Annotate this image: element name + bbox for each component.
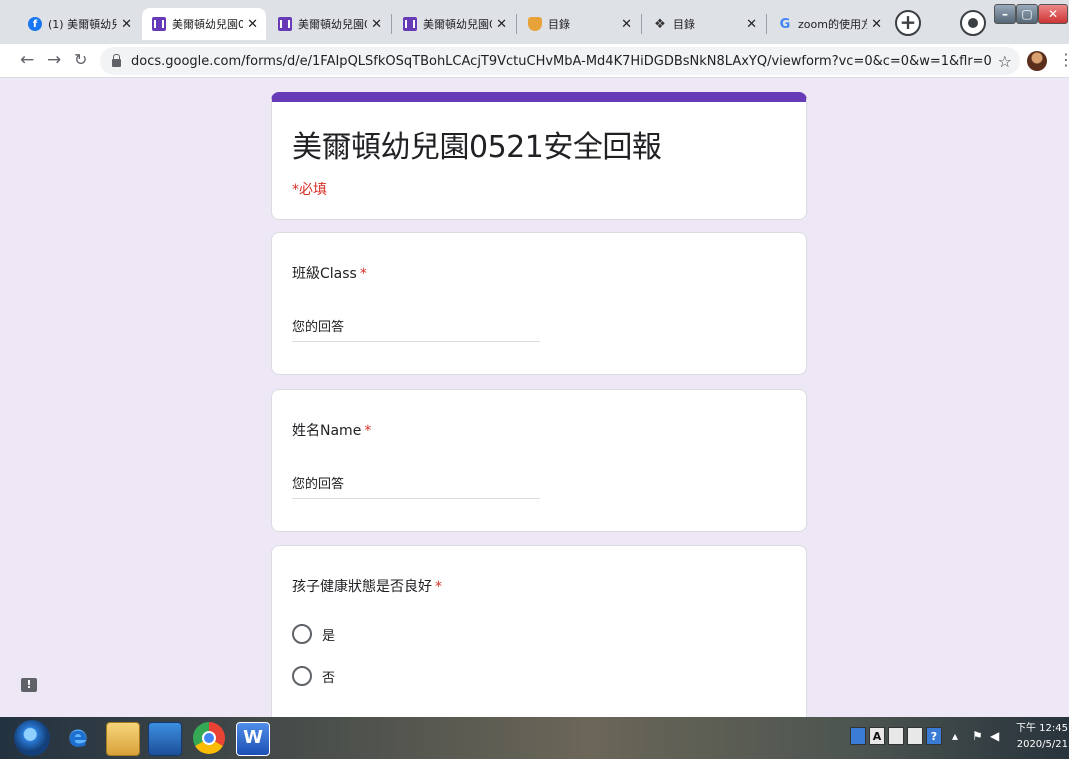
question-card-class: 班級Class *	[271, 232, 807, 375]
file-explorer-icon[interactable]	[106, 722, 140, 756]
tab-title: 目錄	[548, 18, 570, 31]
tab-title: 美爾頓幼兒園05	[298, 18, 367, 31]
window-close-button[interactable]: ✕	[1038, 4, 1068, 24]
bottom-margin	[0, 759, 1069, 777]
close-icon[interactable]: ✕	[871, 17, 882, 32]
tab-form-active[interactable]: 美爾頓幼兒園05 ✕	[142, 8, 266, 40]
radio-button[interactable]	[292, 666, 312, 686]
taskbar-clock[interactable]: 下午 12:45 2020/5/21	[1016, 721, 1068, 753]
forward-arrow-icon[interactable]: →	[47, 50, 61, 70]
radio-label: 是	[322, 628, 336, 644]
chrome-icon[interactable]	[193, 722, 225, 754]
question-label: 姓名Name *	[292, 420, 371, 440]
tab-facebook[interactable]: f (1) 美爾頓幼兒園 ✕	[18, 8, 140, 40]
tab-zoom-search[interactable]: G zoom的使用方 ✕	[768, 8, 890, 40]
tab-contents-1[interactable]: 目錄 ✕	[518, 8, 640, 40]
name-answer-input[interactable]	[292, 470, 540, 499]
tab-form-3[interactable]: 美爾頓幼兒園05 ✕	[393, 8, 515, 40]
window-minimize-button[interactable]: –	[994, 4, 1016, 24]
close-icon[interactable]: ✕	[496, 17, 507, 32]
tab-title: 美爾頓幼兒園05	[172, 18, 244, 31]
form-page: 美爾頓幼兒園0521安全回報 *必填 班級Class* 姓名Name* 孩子健康…	[0, 78, 1069, 717]
tab-separator	[766, 14, 767, 34]
help-icon[interactable]: ?	[926, 727, 942, 745]
internet-explorer-icon[interactable]: e	[62, 722, 94, 754]
clock-date: 2020/5/21	[1016, 739, 1068, 750]
close-icon[interactable]: ✕	[247, 17, 258, 32]
question-text: 姓名Name	[292, 423, 362, 439]
required-asterisk: *	[435, 579, 442, 595]
browser-toolbar: ← → ↻ docs.google.com/forms/d/e/1FAIpQLS…	[0, 44, 1069, 78]
windows-taskbar: e W A ? ▴ ⚑ ◀ 下午 12:45 2020/5/21	[0, 717, 1069, 759]
google-forms-icon	[152, 17, 166, 31]
tab-title: zoom的使用方	[798, 18, 868, 31]
google-icon: G	[779, 16, 791, 32]
question-card-name: 姓名Name *	[271, 389, 807, 532]
tab-separator	[516, 14, 517, 34]
question-card-health: 孩子健康狀態是否良好 * 是 否	[271, 545, 807, 717]
url-text[interactable]: docs.google.com/forms/d/e/1FAIpQLSfkOSqT…	[131, 54, 992, 69]
action-center-flag-icon[interactable]: ⚑	[972, 729, 983, 743]
windows-start-icon[interactable]	[14, 720, 50, 756]
radio-option-yes[interactable]: 是	[292, 624, 335, 644]
bookmark-star-icon[interactable]: ☆	[998, 52, 1012, 71]
clock-time: 下午 12:45	[1016, 723, 1068, 734]
question-text: 班級Class	[292, 266, 357, 282]
reload-icon[interactable]: ↻	[74, 50, 87, 69]
class-answer-input[interactable]	[292, 313, 540, 342]
more-menu-icon[interactable]: ⋮	[1058, 50, 1069, 69]
browser-profile-icon[interactable]	[960, 10, 986, 36]
close-icon[interactable]: ✕	[746, 17, 757, 32]
radio-option-no[interactable]: 否	[292, 666, 335, 686]
tab-title: 目錄	[673, 18, 695, 31]
media-player-icon[interactable]	[148, 722, 182, 756]
tab-separator	[641, 14, 642, 34]
report-feedback-icon[interactable]: !	[21, 678, 37, 692]
ime-tools-icon[interactable]	[907, 727, 923, 745]
show-hidden-icons-icon[interactable]: ▴	[952, 729, 958, 743]
required-asterisk: *	[359, 266, 367, 282]
required-asterisk: *	[364, 423, 372, 439]
tab-title: 美爾頓幼兒園05	[423, 18, 492, 31]
question-label: 孩子健康狀態是否良好 *	[292, 576, 442, 596]
address-bar[interactable]: docs.google.com/forms/d/e/1FAIpQLSfkOSqT…	[100, 47, 1020, 75]
tab-contents-2[interactable]: ❖ 目錄 ✕	[643, 8, 765, 40]
form-header-card: 美爾頓幼兒園0521安全回報 *必填	[271, 92, 807, 220]
google-forms-icon	[278, 17, 292, 31]
close-icon[interactable]: ✕	[371, 17, 382, 32]
word-icon[interactable]: W	[236, 722, 270, 756]
input-mode-icon[interactable]: A	[869, 727, 885, 745]
new-tab-button[interactable]: +	[895, 10, 921, 36]
ime-pad-icon[interactable]	[888, 727, 904, 745]
required-note: *必填	[292, 182, 327, 198]
system-tray: A ?	[850, 727, 942, 745]
facebook-icon: f	[28, 17, 42, 31]
shield-icon	[528, 17, 542, 31]
tab-form-2[interactable]: 美爾頓幼兒園05 ✕	[268, 8, 390, 40]
tab-title: (1) 美爾頓幼兒園	[48, 18, 118, 31]
browser-tab-strip: f (1) 美爾頓幼兒園 ✕ 美爾頓幼兒園05 ✕ 美爾頓幼兒園05 ✕ 美爾頓…	[0, 0, 1069, 44]
lock-icon	[112, 53, 121, 67]
form-title: 美爾頓幼兒園0521安全回報	[292, 130, 662, 165]
window-maximize-button[interactable]: ▢	[1016, 4, 1038, 24]
google-forms-icon	[403, 17, 417, 31]
back-arrow-icon[interactable]: ←	[20, 50, 34, 70]
volume-icon[interactable]: ◀	[990, 729, 999, 743]
tab-separator	[391, 14, 392, 34]
question-text: 孩子健康狀態是否良好	[292, 579, 432, 595]
radio-button[interactable]	[292, 624, 312, 644]
book-icon: ❖	[654, 16, 666, 32]
question-label: 班級Class *	[292, 263, 367, 283]
avatar[interactable]	[1027, 51, 1047, 71]
close-icon[interactable]: ✕	[621, 17, 632, 32]
language-bar-icon[interactable]	[850, 727, 866, 745]
close-icon[interactable]: ✕	[121, 17, 132, 32]
radio-label: 否	[322, 670, 336, 686]
